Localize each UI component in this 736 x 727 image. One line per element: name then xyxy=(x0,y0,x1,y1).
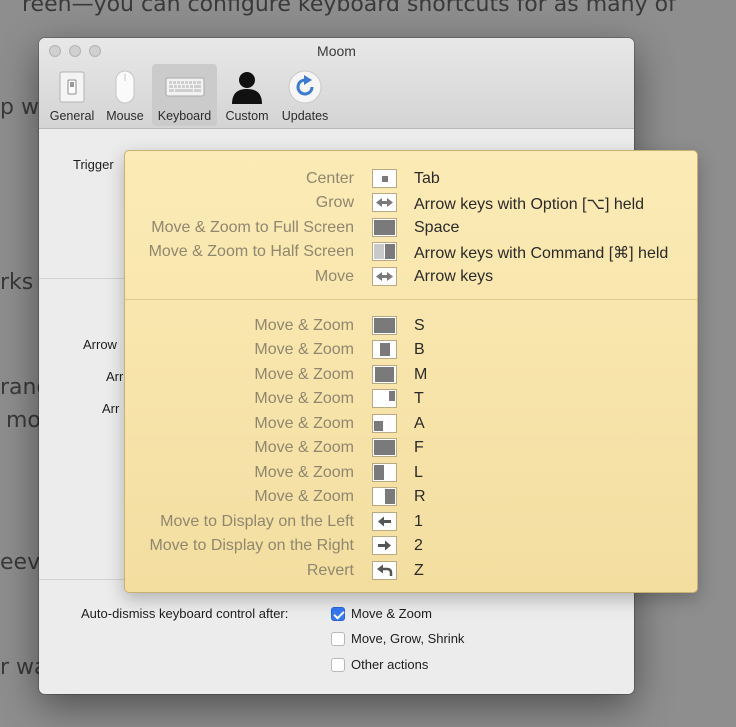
hud-row: Move & Zoom B xyxy=(125,339,697,363)
hud-action-label: Revert xyxy=(306,562,354,579)
hud-key-label: 1 xyxy=(414,513,423,530)
window-title: Moom xyxy=(317,43,356,59)
arrow-setting-label: Arr xyxy=(106,369,124,384)
hud-action-label: Move & Zoom xyxy=(254,390,354,407)
hud-key-label: M xyxy=(414,366,428,383)
hud-key-label: Arrow keys with Command [⌘] held xyxy=(414,245,669,262)
arrow-right-icon xyxy=(372,536,397,555)
hud-action-label: Move & Zoom xyxy=(254,488,354,505)
hud-key-label: S xyxy=(414,317,425,334)
zoom-center-icon xyxy=(372,340,397,359)
auto-dismiss-label: Auto-dismiss keyboard control after: xyxy=(81,606,289,621)
toolbar-tab-custom[interactable]: Custom xyxy=(217,64,277,126)
hud-action-label: Move & Zoom xyxy=(254,464,354,481)
toolbar-tab-mouse[interactable]: Mouse xyxy=(95,64,155,126)
hud-row: Move & Zoom to Full Screen Space xyxy=(125,217,697,241)
toolbar-label: Updates xyxy=(281,109,329,123)
hud-action-label: Move & Zoom xyxy=(254,415,354,432)
hud-key-label: Arrow keys xyxy=(414,268,494,285)
trigger-label: Trigger xyxy=(73,157,114,172)
zoom-bottom-left-icon xyxy=(372,414,397,433)
toolbar-label: Mouse xyxy=(106,109,144,123)
zoom-full-icon xyxy=(372,438,397,457)
hud-row: Move Arrow keys xyxy=(125,266,697,290)
toolbar-label: Custom xyxy=(225,109,269,123)
background-text-fragment: eev xyxy=(0,550,41,575)
hud-row: Move to Display on the Right 2 xyxy=(125,535,697,559)
hud-row: Move & Zoom T xyxy=(125,388,697,412)
background-text-fragment: p w xyxy=(0,95,39,120)
zoom-large-icon xyxy=(372,365,397,384)
other-actions-checkbox[interactable] xyxy=(331,658,345,672)
hud-row: Revert Z xyxy=(125,560,697,584)
hud-action-label: Move & Zoom to Full Screen xyxy=(151,219,354,236)
keyboard-control-hud: Center Tab Grow Arrow keys with Option [… xyxy=(124,150,698,593)
checkbox-label: Other actions xyxy=(351,657,429,672)
hud-action-label: Move & Zoom to Half Screen xyxy=(148,243,354,260)
hud-row: Move & Zoom L xyxy=(125,462,697,486)
hud-action-label: Move & Zoom xyxy=(254,366,354,383)
checkbox-label: Move, Grow, Shrink xyxy=(351,631,465,646)
person-icon xyxy=(229,70,265,104)
revert-icon xyxy=(372,561,397,580)
full-screen-icon xyxy=(372,218,397,237)
move-arrows-icon xyxy=(372,267,397,286)
keyboard-icon xyxy=(165,70,205,104)
center-icon xyxy=(372,169,397,188)
half-screen-icon xyxy=(372,242,397,261)
hud-key-label: A xyxy=(414,415,425,432)
move-grow-shrink-checkbox[interactable] xyxy=(331,632,345,646)
hud-key-label: Z xyxy=(414,562,424,579)
hud-action-label: Grow xyxy=(315,194,354,211)
hud-action-label: Move & Zoom xyxy=(254,439,354,456)
hud-key-label: Tab xyxy=(414,170,440,187)
hud-key-label: B xyxy=(414,341,425,358)
switch-icon xyxy=(54,70,90,104)
refresh-icon xyxy=(287,70,323,104)
arrow-left-icon xyxy=(372,512,397,531)
hud-key-label: 2 xyxy=(414,537,423,554)
zoom-right-icon xyxy=(372,487,397,506)
hud-key-label: L xyxy=(414,464,423,481)
background-text-fragment: mo xyxy=(6,408,41,433)
hud-key-label: Arrow keys with Option [⌥] held xyxy=(414,196,645,213)
hud-action-label: Move & Zoom xyxy=(254,317,354,334)
hud-row: Grow Arrow keys with Option [⌥] held xyxy=(125,192,697,216)
hud-action-label: Move xyxy=(314,268,354,285)
background-text-line: reen—you can configure keyboard shortcut… xyxy=(22,0,676,17)
grow-arrows-icon xyxy=(372,193,397,212)
hud-key-label: Space xyxy=(414,219,460,236)
hud-divider xyxy=(125,299,697,300)
arrow-setting-label: Arrow xyxy=(83,337,117,352)
hud-action-label: Move to Display on the Left xyxy=(160,513,354,530)
zoom-left-icon xyxy=(372,463,397,482)
hud-row: Move & Zoom S xyxy=(125,315,697,339)
hud-key-label: R xyxy=(414,488,426,505)
hud-row: Move & Zoom M xyxy=(125,364,697,388)
hud-key-label: T xyxy=(414,390,424,407)
toolbar-label: Keyboard xyxy=(157,109,212,123)
toolbar-label: General xyxy=(49,109,95,123)
arrow-setting-label: Arr xyxy=(102,401,120,416)
hud-key-label: F xyxy=(414,439,424,456)
hud-action-label: Move & Zoom xyxy=(254,341,354,358)
zoom-full-icon xyxy=(372,316,397,335)
mouse-icon xyxy=(107,70,143,104)
toolbar-tab-keyboard[interactable]: Keyboard xyxy=(152,64,217,126)
hud-row: Move & Zoom R xyxy=(125,486,697,510)
toolbar-tab-updates[interactable]: Updates xyxy=(275,64,335,126)
hud-row: Move & Zoom to Half Screen Arrow keys wi… xyxy=(125,241,697,265)
checkbox-label: Move & Zoom xyxy=(351,606,432,621)
hud-row: Move & Zoom A xyxy=(125,413,697,437)
hud-action-label: Move to Display on the Right xyxy=(149,537,354,554)
zoom-top-right-icon xyxy=(372,389,397,408)
hud-action-label: Center xyxy=(305,170,354,187)
hud-row: Move to Display on the Left 1 xyxy=(125,511,697,535)
hud-row: Center Tab xyxy=(125,168,697,192)
window-titlebar: Moom General Mouse Keyboard Custom Updat… xyxy=(39,38,634,129)
hud-row: Move & Zoom F xyxy=(125,437,697,461)
move-zoom-checkbox[interactable] xyxy=(331,607,345,621)
toolbar-tab-general[interactable]: General xyxy=(42,64,102,126)
